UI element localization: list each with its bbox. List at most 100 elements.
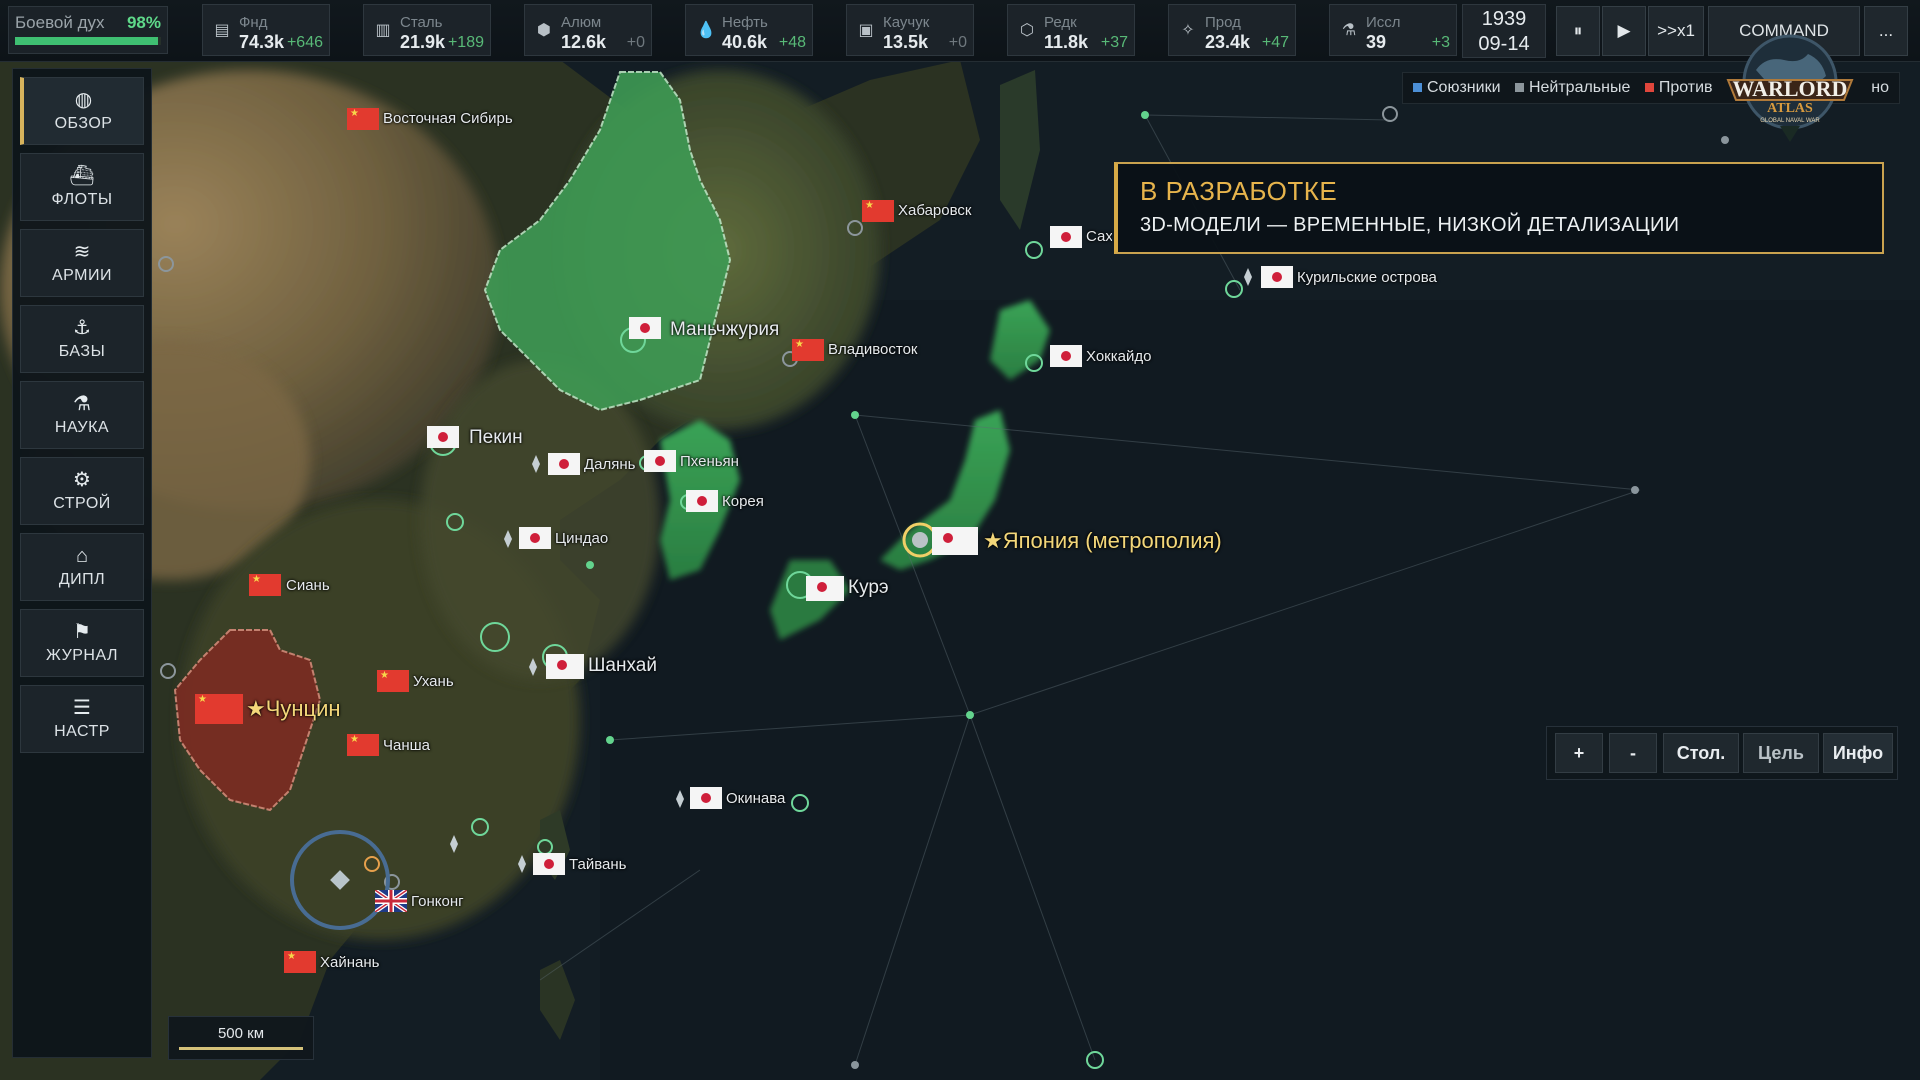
game-logo: WARLORD ATLAS GLOBAL NAVAL WAR xyxy=(1726,34,1854,142)
flag-china-east-siberia xyxy=(347,108,379,130)
label-taiwan[interactable]: Тайвань xyxy=(569,856,626,873)
sidebar-item-build[interactable]: ⚙ СТРОЙ xyxy=(20,457,144,525)
sidebar-item-diplomacy[interactable]: ⌂ ДИПЛ xyxy=(20,533,144,601)
label-chongqing-capital[interactable]: ★Чунцин xyxy=(246,696,341,722)
label-hongkong[interactable]: Гонконг xyxy=(411,893,464,910)
flask-icon: ⚗ xyxy=(73,393,91,415)
label-korea[interactable]: Корея xyxy=(722,493,764,510)
chevrons-icon: ≋ xyxy=(73,241,91,263)
resource-delta: +37 xyxy=(1100,34,1128,51)
food-icon: ✧ xyxy=(1181,22,1195,39)
more-button[interactable]: ... xyxy=(1864,6,1908,56)
label-japan-capital[interactable]: ★Япония (метрополия) xyxy=(983,528,1222,554)
map-scale: 500 км xyxy=(168,1016,314,1060)
dev-notice-banner: В РАЗРАБОТКЕ 3D-МОДЕЛИ — ВРЕМЕННЫЕ, НИЗК… xyxy=(1114,162,1884,254)
speed-button[interactable]: >>x1 xyxy=(1648,6,1704,56)
flag-china-khabarovsk xyxy=(862,200,894,222)
allies-swatch xyxy=(1413,83,1422,93)
sidebar-item-bases[interactable]: ⚓ БАЗЫ xyxy=(20,305,144,373)
legend-allies-label: Союзники xyxy=(1427,79,1501,96)
pause-button[interactable]: ⏸ xyxy=(1556,6,1600,56)
label-vladivostok[interactable]: Владивосток xyxy=(828,341,917,358)
legend-neutral[interactable]: Нейтральные xyxy=(1514,79,1631,96)
sidebar-item-label: БАЗЫ xyxy=(58,343,106,360)
map-controls: + - Стол. Цель Инфо xyxy=(1546,726,1898,780)
label-kuril[interactable]: Курильские острова xyxy=(1297,269,1437,286)
label-manchuria[interactable]: Маньчжурия xyxy=(670,319,779,341)
sidebar-item-settings[interactable]: ☰ НАСТР xyxy=(20,685,144,753)
resource-2[interactable]: ⬢ Алюм 12.6k +0 xyxy=(524,4,652,56)
sidebar-item-overview[interactable]: ◍ ОБЗОР xyxy=(20,77,144,145)
resource-name: Нефть xyxy=(722,14,768,31)
capital-base-core xyxy=(912,532,928,548)
neutral-swatch xyxy=(1514,83,1524,93)
resource-7[interactable]: ⚗ Иссл 39 +3 xyxy=(1329,4,1457,56)
label-pyongyang[interactable]: Пхеньян xyxy=(680,453,739,470)
label-sakhalin[interactable]: Сахалин (Карафуто) xyxy=(1086,228,1112,245)
logo-title: WARLORD xyxy=(1733,76,1848,101)
flag-china-xian xyxy=(249,574,281,596)
resource-delta: +0 xyxy=(948,34,967,51)
resource-3[interactable]: 💧 Нефть 40.6k +48 xyxy=(685,4,813,56)
morale-meter[interactable]: Боевой дух 98% xyxy=(8,6,168,54)
date-day: 09-14 xyxy=(1478,33,1530,55)
label-wuhan[interactable]: Ухань xyxy=(413,673,454,690)
building-icon: ⌂ xyxy=(75,545,89,567)
label-hokkaido[interactable]: Хоккайдо xyxy=(1086,348,1151,365)
resource-name: Редк xyxy=(1044,14,1077,31)
date-year: 1939 xyxy=(1481,8,1527,30)
flag-icon: ⚑ xyxy=(73,621,91,643)
flag-japan-manchuria xyxy=(629,317,661,339)
resource-4[interactable]: ▣ Каучук 13.5k +0 xyxy=(846,4,974,56)
label-shanghai[interactable]: Шанхай xyxy=(588,655,657,677)
globe-icon: ◍ xyxy=(74,89,93,111)
flag-china-vladivostok xyxy=(792,339,824,361)
dev-notice-text: 3D-МОДЕЛИ — ВРЕМЕННЫЕ, НИЗКОЙ ДЕТАЛИЗАЦИ… xyxy=(1140,214,1680,236)
info-button[interactable]: Инфо xyxy=(1823,733,1893,773)
capital-button[interactable]: Стол. xyxy=(1663,733,1739,773)
label-dalian[interactable]: Далянь xyxy=(584,456,635,473)
sidebar-item-label: НАУКА xyxy=(54,419,110,436)
zoom-out-button[interactable]: - xyxy=(1609,733,1657,773)
zoom-in-button[interactable]: + xyxy=(1555,733,1603,773)
game-date: 1939 09-14 xyxy=(1462,4,1546,58)
label-beijing[interactable]: Пекин xyxy=(469,427,523,449)
resource-amount: 23.4k xyxy=(1205,32,1251,52)
game-screen: Восточная Сибирь Хабаровск Сахалин (Кара… xyxy=(0,0,1920,1080)
resource-0[interactable]: ▤ Фнд 74.3k +646 xyxy=(202,4,330,56)
resource-name: Сталь xyxy=(400,14,443,31)
label-okinawa[interactable]: Окинава xyxy=(726,790,785,807)
sliders-icon: ☰ xyxy=(73,697,91,719)
flag-japan-hokkaido xyxy=(1050,345,1082,367)
flag-china-hainan xyxy=(284,951,316,973)
label-hainan[interactable]: Хайнань xyxy=(320,954,379,971)
flag-uk-hongkong xyxy=(375,890,407,912)
label-changsha[interactable]: Чанша xyxy=(383,737,430,754)
play-button[interactable]: ▶ xyxy=(1602,6,1646,56)
flag-japan-qingdao xyxy=(519,527,551,549)
label-kure[interactable]: Курэ xyxy=(848,577,889,599)
label-qingdao[interactable]: Циндао xyxy=(555,530,608,547)
aluminum-icon: ⬢ xyxy=(537,22,551,39)
anchor-icon: ⚓ xyxy=(73,317,91,339)
top-bar: Боевой дух 98% ▤ Фнд 74.3k +646 ▥ Сталь 21.9k +… xyxy=(0,0,1920,62)
resource-1[interactable]: ▥ Сталь 21.9k +189 xyxy=(363,4,491,56)
legend-allies[interactable]: Союзники xyxy=(1413,79,1501,96)
resource-5[interactable]: ⬡ Редк 11.8k +37 xyxy=(1007,4,1135,56)
sidebar-item-fleets[interactable]: ⛴ ФЛОТЫ xyxy=(20,153,144,221)
legend-enemies[interactable]: Против xyxy=(1644,79,1713,96)
legend-neutral-label: Нейтральные xyxy=(1528,79,1631,96)
label-khabarovsk[interactable]: Хабаровск xyxy=(898,202,971,219)
sidebar-item-armies[interactable]: ≋ АРМИИ xyxy=(20,229,144,297)
logo-subtitle: ATLAS xyxy=(1767,101,1813,116)
resource-6[interactable]: ✧ Прод 23.4k +47 xyxy=(1168,4,1296,56)
morale-bar xyxy=(15,37,161,45)
flag-japan-shanghai xyxy=(546,654,584,679)
label-xian[interactable]: Сиань xyxy=(286,577,330,594)
morale-value: 98% xyxy=(126,13,161,32)
label-east-siberia[interactable]: Восточная Сибирь xyxy=(383,110,513,127)
sidebar-item-science[interactable]: ⚗ НАУКА xyxy=(20,381,144,449)
sidebar-item-journal[interactable]: ⚑ ЖУРНАЛ xyxy=(20,609,144,677)
resource-delta: +3 xyxy=(1431,34,1450,51)
target-button[interactable]: Цель xyxy=(1743,733,1819,773)
